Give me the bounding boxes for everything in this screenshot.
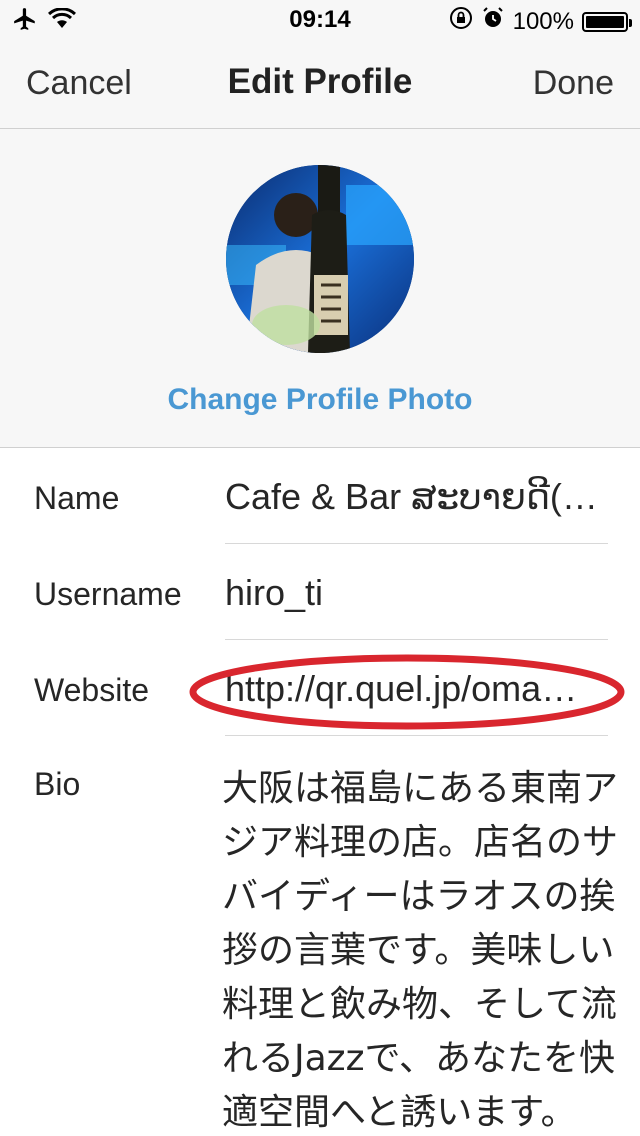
battery-icon: [582, 11, 632, 32]
website-field[interactable]: http://qr.quel.jp/oma…: [225, 668, 610, 710]
edit-profile-screen: 09:14 100% Cancel Edit Profile Done Chan…: [0, 0, 640, 1136]
status-right: 100%: [449, 6, 632, 37]
bio-label: Bio: [34, 766, 81, 802]
navigation-bar: Cancel Edit Profile Done: [0, 40, 640, 129]
battery-text: 100%: [512, 7, 574, 35]
done-button[interactable]: Done: [533, 64, 614, 103]
profile-avatar[interactable]: [226, 165, 414, 353]
alarm-icon: [481, 6, 505, 37]
website-label: Website: [34, 672, 150, 708]
name-field[interactable]: Cafe & Bar ສະບາຍດີ(…: [225, 476, 610, 518]
orientation-lock-icon: [449, 6, 473, 37]
change-profile-photo-button[interactable]: Change Profile Photo: [0, 383, 640, 417]
website-row: Website http://qr.quel.jp/oma…: [0, 640, 640, 736]
divider: [225, 735, 608, 736]
status-bar: 09:14 100%: [0, 0, 640, 40]
name-label: Name: [34, 480, 120, 516]
username-row: Username hiro_ti: [0, 544, 640, 640]
profile-photo-section: Change Profile Photo: [0, 129, 640, 448]
username-label: Username: [34, 576, 182, 612]
name-row: Name Cafe & Bar ສະບາຍດີ(…: [0, 448, 640, 544]
username-field[interactable]: hiro_ti: [225, 572, 610, 614]
bio-field[interactable]: 大阪は福島にある東南アジア料理の店。店名のサバイディーはラオスの挨拶の言葉です。…: [222, 762, 622, 1136]
